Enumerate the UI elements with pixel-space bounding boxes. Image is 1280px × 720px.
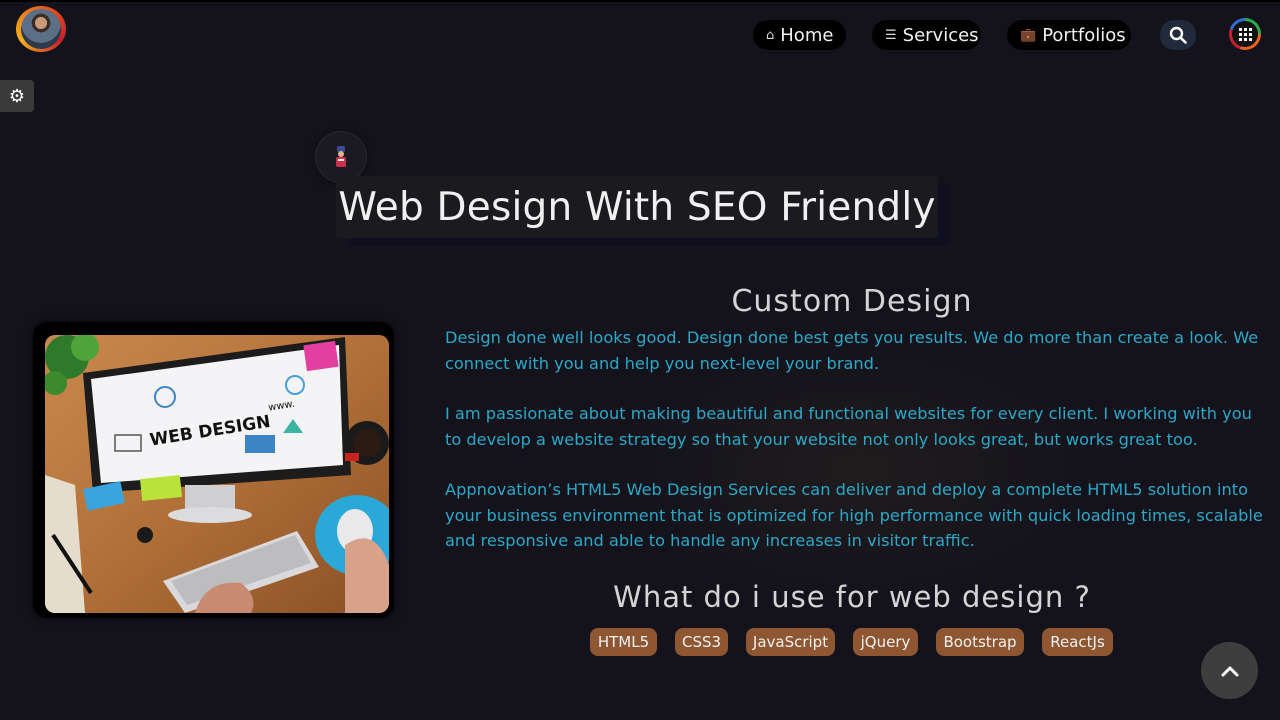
profile-avatar[interactable] [16,6,66,52]
page-title: Web Design With SEO Friendly [338,184,936,230]
web-design-illustration: WEB DESIGN www. [45,335,389,613]
search-icon [1169,26,1187,44]
tag-bootstrap: Bootstrap [936,628,1024,656]
nav-portfolios-label: Portfolios [1042,24,1126,46]
title-box: Web Design With SEO Friendly [336,176,938,238]
tag-jquery: jQuery [853,628,918,656]
top-border [0,0,1280,2]
custom-design-heading: Custom Design [731,284,973,319]
apps-grid-icon [1232,21,1258,47]
gear-icon: ⚙ [8,85,26,107]
tag-javascript: JavaScript [746,628,835,656]
tag-reactjs: ReactJs [1042,628,1113,656]
home-icon: ⌂ [766,27,775,43]
paragraph-2: I am passionate about making beautiful a… [445,404,1252,449]
nav-services-button[interactable]: ☰ Services [872,20,981,50]
menu-icon: ☰ [885,27,897,43]
nav-portfolios-button[interactable]: 💼 Portfolios [1007,20,1131,50]
avatar-image [21,9,61,49]
briefcase-icon: 💼 [1020,27,1037,43]
web-design-image: WEB DESIGN www. [33,322,394,618]
chevron-up-icon [1221,666,1238,676]
tag-html5: HTML5 [590,628,657,656]
settings-button[interactable]: ⚙ [0,80,34,112]
apps-button[interactable] [1229,18,1261,50]
nav-home-label: Home [780,24,834,46]
nav-services-label: Services [902,24,979,46]
search-button[interactable] [1160,20,1196,50]
scroll-to-top-button[interactable] [1201,642,1258,699]
nav-home-button[interactable]: ⌂ Home [753,20,846,50]
paragraph-3: Appnovation’s HTML5 Web Design Services … [445,480,1263,550]
designer-icon [316,132,366,182]
paragraph-1: Design done well looks good. Design done… [445,328,1259,373]
tag-css3: CSS3 [675,628,728,656]
tools-heading: What do i use for web design ? [613,580,1091,614]
background-glow [620,340,1100,600]
